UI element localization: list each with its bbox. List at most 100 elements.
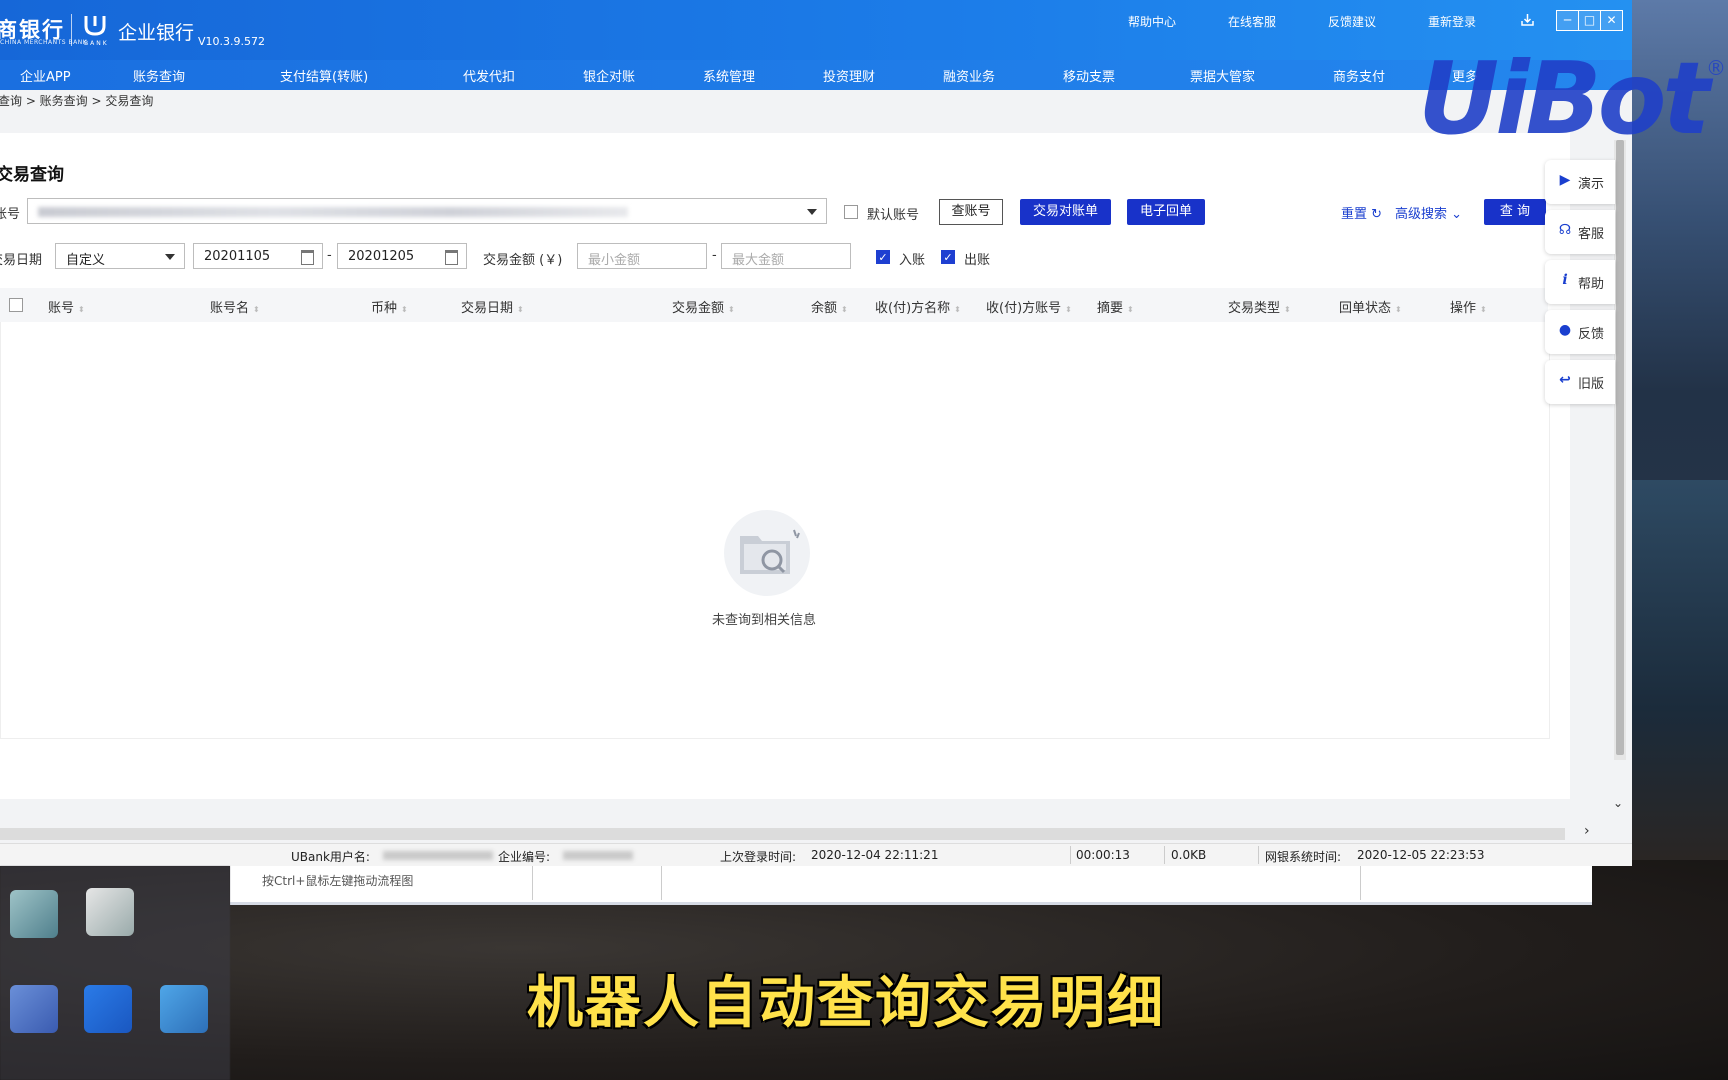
chevron-down-icon xyxy=(165,254,175,260)
account-select[interactable] xyxy=(27,198,827,224)
min-amount-input[interactable]: 最小金额 xyxy=(577,243,707,269)
traffic: 0.0KB xyxy=(1171,848,1207,862)
desktop-app-icon[interactable] xyxy=(86,888,134,936)
uibot-watermark: UiBot xyxy=(1418,40,1710,157)
query-button[interactable]: 查 询 xyxy=(1484,199,1546,225)
empty-state-text: 未查询到相关信息 xyxy=(712,613,817,628)
system-time-label: 网银系统时间: xyxy=(1265,850,1342,864)
relogin-link[interactable]: 重新登录 xyxy=(1428,13,1476,30)
main-nav: 企业APP 账务查询 支付结算(转账) 代发代扣 银企对账 系统管理 投资理财 … xyxy=(0,60,1632,90)
desktop-app-icon[interactable] xyxy=(160,985,208,1033)
side-item-feedback[interactable]: ● 反馈 xyxy=(1545,310,1615,354)
nav-payment[interactable]: 支付结算(转账) xyxy=(280,66,368,85)
nav-enterprise-app[interactable]: 企业APP xyxy=(20,66,71,85)
column-header[interactable]: 账号名 ⬍ xyxy=(210,297,260,316)
nav-bill-manager[interactable]: 票据大管家 xyxy=(1190,66,1255,85)
column-header[interactable]: 摘要 ⬍ xyxy=(1097,297,1134,316)
amount-label: 交易金额 (￥) xyxy=(483,253,563,268)
desktop-app-icon[interactable] xyxy=(84,985,132,1033)
help-center-link[interactable]: 帮助中心 xyxy=(1128,13,1176,30)
background-window-divider xyxy=(661,866,662,900)
side-item-service[interactable]: ☊ 客服 xyxy=(1545,210,1615,254)
date-to-input[interactable]: 20201205 xyxy=(337,243,467,269)
default-account-checkbox[interactable] xyxy=(844,205,858,219)
side-item-label: 反馈 xyxy=(1578,327,1605,342)
ubank-logo-icon xyxy=(84,16,106,36)
date-from-input[interactable]: 20201105 xyxy=(193,243,323,269)
nav-payroll[interactable]: 代发代扣 xyxy=(463,66,515,85)
income-checkbox[interactable]: ✓ xyxy=(876,250,890,264)
horizontal-scrollbar[interactable] xyxy=(0,828,1565,840)
column-label: 账号名 xyxy=(210,301,250,316)
status-divider xyxy=(1070,846,1071,864)
column-label: 收(付)方名称 xyxy=(875,301,951,316)
column-header[interactable]: 交易金额 ⬍ xyxy=(672,297,735,316)
side-item-old-version[interactable]: ↩ 旧版 xyxy=(1545,360,1615,404)
column-header[interactable]: 回单状态 ⬍ xyxy=(1339,297,1402,316)
column-label: 币种 xyxy=(371,301,398,316)
default-account-label: 默认账号 xyxy=(867,208,920,223)
nav-mobile-check[interactable]: 移动支票 xyxy=(1063,66,1115,85)
column-header[interactable]: 收(付)方名称 ⬍ xyxy=(875,297,961,316)
vertical-scrollbar[interactable] xyxy=(1614,140,1626,760)
feedback-link[interactable]: 反馈建议 xyxy=(1328,13,1376,30)
column-header[interactable]: 交易日期 ⬍ xyxy=(461,297,524,316)
desktop-app-icon[interactable] xyxy=(10,890,58,938)
column-header[interactable]: 余额 ⬍ xyxy=(811,297,848,316)
online-service-link[interactable]: 在线客服 xyxy=(1228,13,1276,30)
income-label: 入账 xyxy=(899,253,926,268)
min-amount-placeholder: 最小金额 xyxy=(588,253,641,268)
calendar-icon[interactable] xyxy=(301,250,314,265)
breadcrumb: 查询 > 账务查询 > 交易查询 xyxy=(0,94,154,108)
column-header[interactable]: 账号 ⬍ xyxy=(48,297,85,316)
close-button[interactable]: ✕ xyxy=(1600,10,1623,31)
side-item-help[interactable]: i 帮助 xyxy=(1545,260,1615,304)
advanced-search-label: 高级搜索 xyxy=(1395,207,1448,222)
column-header[interactable]: 交易类型 ⬍ xyxy=(1228,297,1291,316)
sort-icon: ⬍ xyxy=(517,305,524,314)
max-amount-placeholder: 最大金额 xyxy=(732,253,785,268)
max-amount-input[interactable]: 最大金额 xyxy=(721,243,851,269)
side-item-label: 客服 xyxy=(1578,227,1605,242)
column-header[interactable]: 操作 ⬍ xyxy=(1450,297,1487,316)
maximize-button[interactable]: □ xyxy=(1578,10,1601,31)
back-arrow-icon: ↩ xyxy=(1559,372,1571,388)
side-item-demo[interactable]: ▶ 演示 xyxy=(1545,160,1615,204)
desktop-app-icon[interactable] xyxy=(10,985,58,1033)
outgo-label: 出账 xyxy=(964,253,991,268)
nav-reconcile[interactable]: 银企对账 xyxy=(583,66,635,85)
video-subtitle: 机器人自动查询交易明细 xyxy=(527,971,1165,1036)
calendar-icon[interactable] xyxy=(445,250,458,265)
advanced-search-link[interactable]: 高级搜索 ⌄ xyxy=(1395,203,1462,222)
download-icon[interactable] xyxy=(1520,12,1535,27)
date-mode-select[interactable]: 自定义 xyxy=(55,243,185,269)
chevron-down-icon: ⌄ xyxy=(1451,207,1463,222)
empty-state-icon xyxy=(724,510,810,596)
column-header[interactable]: 币种 ⬍ xyxy=(371,297,408,316)
scroll-down-arrow-icon[interactable]: ⌄ xyxy=(1613,796,1623,810)
reconcile-statement-button[interactable]: 交易对账单 xyxy=(1020,199,1111,225)
nav-financing[interactable]: 融资业务 xyxy=(943,66,995,85)
nav-investment[interactable]: 投资理财 xyxy=(823,66,875,85)
info-icon: i xyxy=(1562,272,1568,288)
reset-link[interactable]: 重置 ↻ xyxy=(1341,203,1382,222)
minimize-button[interactable]: ─ xyxy=(1556,10,1579,31)
bank-logo-english: CHINA MERCHANTS BANK xyxy=(0,39,88,46)
nav-system[interactable]: 系统管理 xyxy=(703,66,755,85)
scroll-right-arrow-icon[interactable]: › xyxy=(1584,823,1590,839)
nav-business-pay[interactable]: 商务支付 xyxy=(1333,66,1385,85)
scrollbar-thumb[interactable] xyxy=(1616,140,1624,755)
outgo-checkbox[interactable]: ✓ xyxy=(941,250,955,264)
play-icon: ▶ xyxy=(1559,172,1571,188)
background-window-divider xyxy=(532,866,533,900)
last-login-label: 上次登录时间: xyxy=(720,850,797,864)
select-all-checkbox[interactable] xyxy=(9,298,23,312)
column-header[interactable]: 收(付)方账号 ⬍ xyxy=(986,297,1072,316)
check-account-button[interactable]: 查账号 xyxy=(939,199,1003,225)
sort-icon: ⬍ xyxy=(728,305,735,314)
column-label: 交易日期 xyxy=(461,301,514,316)
chat-icon: ● xyxy=(1558,322,1572,338)
e-receipt-button[interactable]: 电子回单 xyxy=(1127,199,1205,225)
nav-account-query[interactable]: 账务查询 xyxy=(133,66,185,85)
date-from-value: 20201105 xyxy=(204,249,271,264)
